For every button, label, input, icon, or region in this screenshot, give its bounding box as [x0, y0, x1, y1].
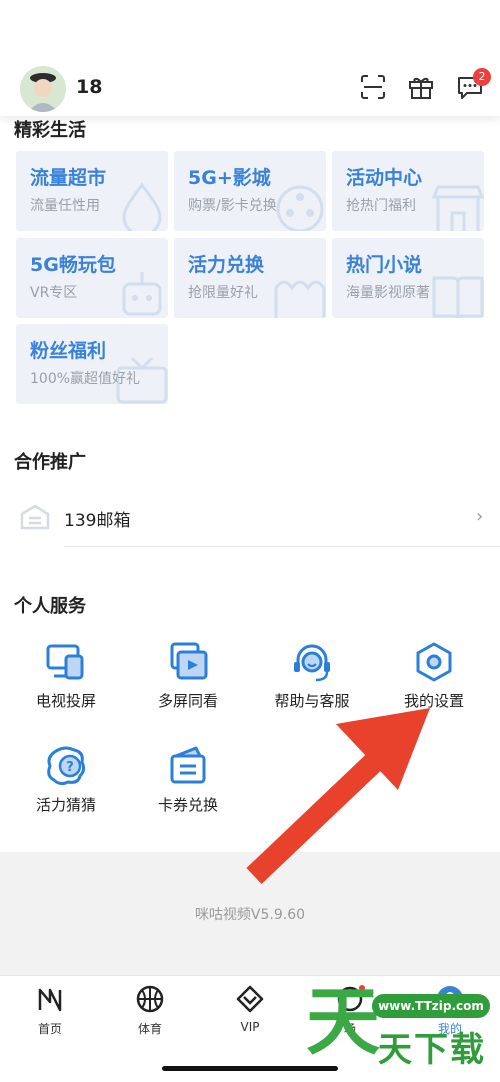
drop-icon	[122, 182, 162, 231]
promo-item-139-mail[interactable]: 139邮箱 ›	[0, 490, 500, 548]
tile-subtitle: 抢热门福利	[346, 198, 416, 214]
service-section-title: 个人服务	[14, 596, 86, 617]
tile-activity-center[interactable]: 活动中心 抢热门福利	[332, 151, 484, 231]
tile-fan-benefits[interactable]: 粉丝福利 100%赢超值好礼	[16, 324, 168, 404]
service-help-support[interactable]: 帮助与客服	[252, 640, 372, 720]
service-label: 多屏同看	[157, 692, 218, 710]
tile-5g-play-pack[interactable]: 5G畅玩包 VR专区	[16, 238, 168, 318]
shop-icon	[274, 280, 326, 318]
tab-label: 首页	[37, 1022, 62, 1036]
service-multi-screen[interactable]: 多屏同看	[128, 640, 248, 720]
notification-badge: 2	[473, 68, 491, 86]
tile-subtitle: 流量任性用	[30, 198, 100, 214]
tile-5g-cinema[interactable]: 5G+影城 购票/影卡兑换	[174, 151, 326, 231]
scan-icon[interactable]	[358, 72, 388, 102]
service-label: 活力猜猜	[35, 796, 96, 814]
tile-hot-novels[interactable]: 热门小说 海量影视原著	[332, 238, 484, 318]
tile-subtitle: VR专区	[30, 285, 78, 301]
tile-subtitle: 海量影视原著	[346, 285, 430, 301]
service-tv-cast[interactable]: 电视投屏	[6, 640, 126, 720]
avatar[interactable]	[20, 66, 66, 112]
tab-label: 体育	[137, 1022, 162, 1036]
gift-icon[interactable]	[406, 72, 436, 102]
promo-label: 139邮箱	[64, 511, 131, 531]
tile-title: 活力兑换	[188, 254, 265, 276]
tile-subtitle: 抢限量好礼	[188, 285, 258, 301]
tile-vitality-exchange[interactable]: 活力兑换 抢限量好礼	[174, 238, 326, 318]
mail-icon	[20, 504, 50, 530]
header: 18 2	[0, 0, 500, 116]
tab-home[interactable]: 首页	[5, 984, 95, 1037]
service-coupon-exchange[interactable]: 卡券兑换	[128, 744, 248, 824]
service-my-settings[interactable]: 我的设置	[374, 640, 494, 720]
headset-icon	[294, 644, 330, 682]
vip-icon	[236, 985, 264, 1013]
service-label: 帮助与客服	[274, 692, 350, 710]
watermark-logo	[300, 982, 500, 1066]
service-label: 电视投屏	[35, 692, 96, 710]
multi-screen-icon	[170, 642, 208, 680]
robot-icon	[122, 272, 162, 316]
divider	[64, 546, 500, 547]
service-label: 卡券兑换	[157, 796, 218, 814]
cast-icon	[46, 644, 84, 680]
promo-section-title: 合作推广	[14, 452, 86, 473]
book-icon	[432, 276, 484, 318]
svg-text:?: ?	[66, 760, 74, 775]
tile-title: 流量超市	[30, 167, 107, 189]
settings-icon	[416, 642, 452, 682]
home-indicator	[162, 1066, 338, 1071]
life-section-title: 精彩生活	[14, 120, 86, 141]
tv-icon	[116, 356, 168, 404]
tile-title: 活动中心	[346, 167, 423, 189]
app-version: 咪咕视频V5.9.60	[194, 907, 306, 923]
store-icon	[431, 185, 484, 231]
tile-title: 5G畅玩包	[30, 254, 116, 276]
tile-subtitle: 购票/影卡兑换	[188, 198, 277, 214]
tab-label: VIP	[240, 1020, 260, 1034]
tab-sports[interactable]: 体育	[105, 984, 195, 1037]
tab-vip[interactable]: VIP	[205, 984, 295, 1034]
username: 18	[76, 76, 103, 98]
service-vitality-guess[interactable]: ? 活力猜猜	[6, 744, 126, 824]
tile-title: 热门小说	[346, 254, 423, 276]
chevron-right-icon: ›	[476, 506, 484, 527]
tile-title: 粉丝福利	[30, 340, 107, 362]
tile-title: 5G+影城	[188, 167, 271, 189]
home-icon	[38, 988, 62, 1012]
basketball-icon	[136, 985, 164, 1013]
question-icon: ?	[47, 746, 86, 786]
service-label: 我的设置	[403, 692, 464, 710]
coupon-icon	[170, 746, 206, 784]
film-reel-icon	[276, 185, 324, 231]
tile-traffic-market[interactable]: 流量超市 流量任性用	[16, 151, 168, 231]
